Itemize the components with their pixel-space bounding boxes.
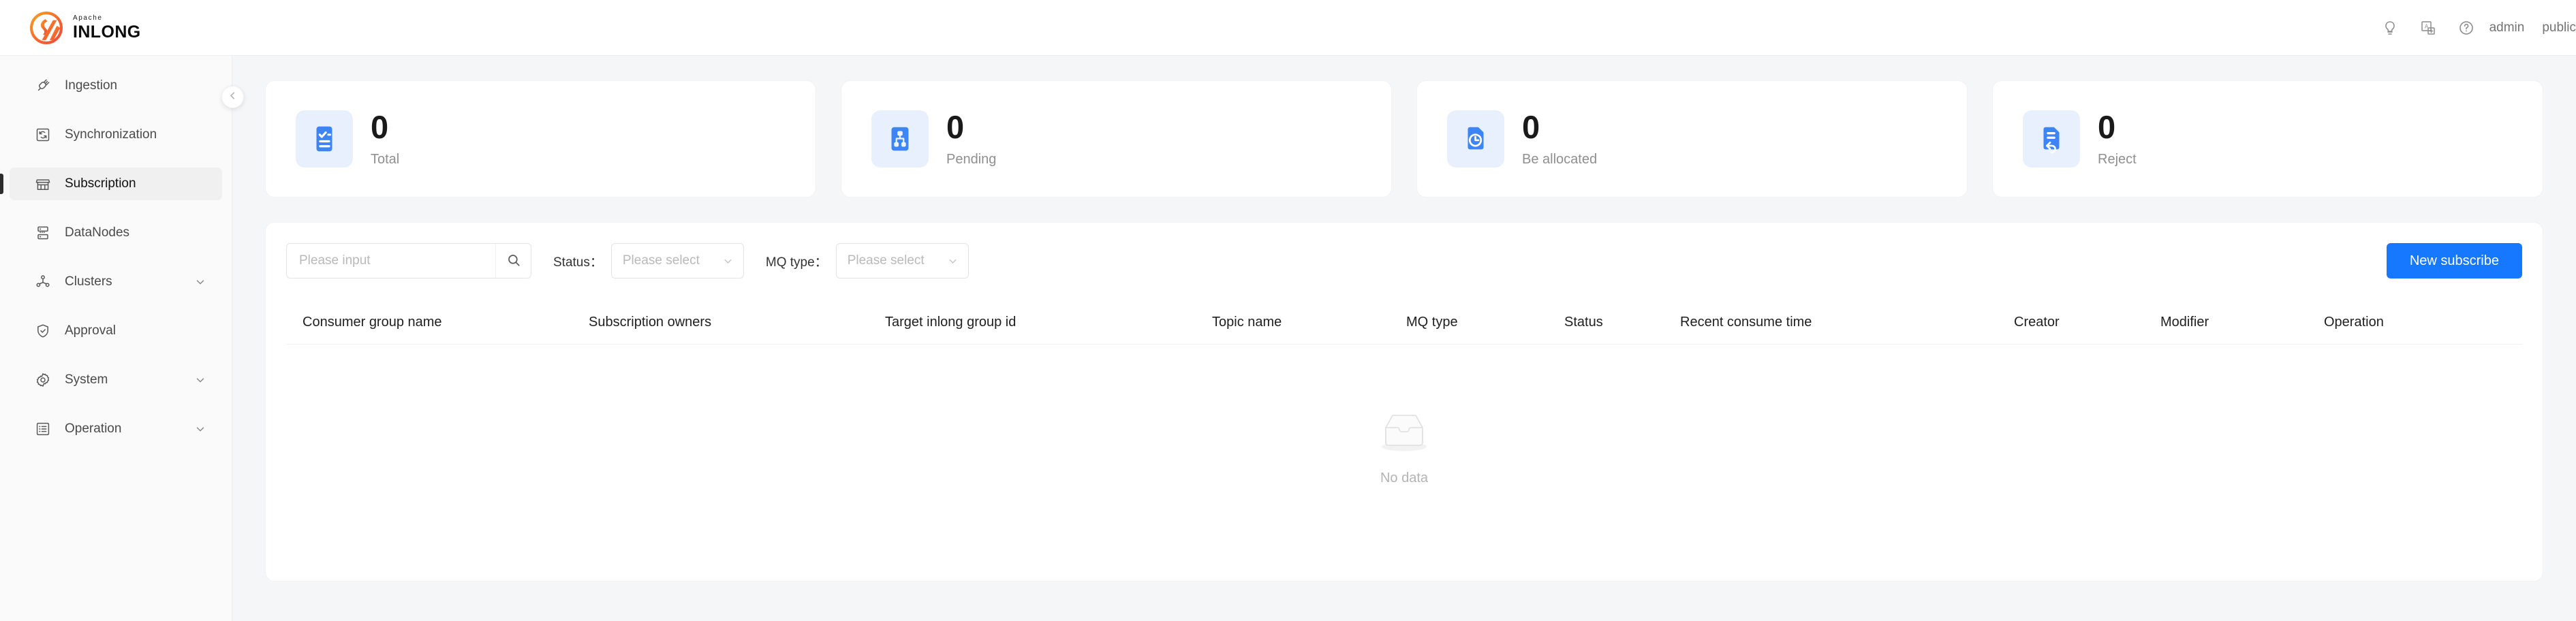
column-header-status[interactable]: Status [1548, 315, 1664, 330]
sidebar-nav: Ingestion Synchronization Subscription D… [0, 56, 232, 621]
new-subscribe-button[interactable]: New subscribe [2386, 243, 2522, 278]
filter-toolbar: Status： Please select MQ type： Please se… [286, 243, 2522, 278]
status-filter-label: Status： [553, 255, 603, 270]
sidebar-item-label: DataNodes [65, 225, 130, 240]
column-header-topic-name[interactable]: Topic name [1196, 315, 1390, 330]
sidebar-item-label: Subscription [65, 176, 136, 191]
sidebar-item-subscription[interactable]: Subscription [0, 168, 222, 200]
column-header-mq-type[interactable]: MQ type [1390, 315, 1548, 330]
chevron-down-icon[interactable] [193, 422, 207, 436]
sidebar-item-label: System [65, 372, 108, 387]
sidebar-item-label: Operation [65, 421, 122, 436]
logo-inlong-text: INLONG [73, 22, 141, 42]
stat-card-row: 0 Total 0 Pending 0 Be allocated 0 Rejec… [265, 80, 2543, 197]
cluster-icon [34, 273, 52, 291]
stat-label: Pending [946, 152, 997, 168]
empty-inbox-icon [1371, 407, 1437, 458]
top-header-bar: Apache INLONG A admin public [0, 0, 2576, 56]
app-logo[interactable]: Apache INLONG [29, 10, 141, 46]
mqtype-filter-label: MQ type： [765, 255, 828, 270]
chevron-left-icon [228, 91, 238, 104]
search-box[interactable] [286, 243, 531, 278]
subscription-table: Consumer group name Subscription owners … [286, 301, 2522, 549]
column-header-creator[interactable]: Creator [1998, 315, 2144, 330]
sidebar-item-system[interactable]: System [10, 364, 222, 396]
sidebar-collapse-button[interactable] [221, 86, 244, 108]
inlong-logo-icon [30, 11, 63, 44]
tenant-name[interactable]: public [2542, 20, 2576, 35]
help-circle-icon[interactable] [2451, 13, 2481, 43]
search-input[interactable] [287, 244, 495, 278]
sidebar-item-synchronization[interactable]: Synchronization [10, 118, 222, 151]
stat-value: 0 [371, 108, 389, 145]
empty-state-text: No data [1380, 471, 1429, 485]
sidebar-item-label: Ingestion [65, 78, 118, 93]
translate-icon[interactable]: A [2413, 13, 2443, 43]
chevron-down-icon[interactable] [193, 275, 207, 289]
column-header-consumer-group-name[interactable]: Consumer group name [286, 315, 572, 330]
mqtype-select[interactable]: Please select [835, 243, 969, 278]
store-icon [34, 175, 52, 193]
mqtype-select-value: Please select [847, 253, 925, 268]
stat-label: Reject [2098, 152, 2137, 168]
stat-card-be-allocated[interactable]: 0 Be allocated [1416, 80, 1968, 197]
sidebar-item-ingestion[interactable]: Ingestion [10, 69, 222, 102]
header-actions: A admin public [2375, 0, 2576, 56]
table-header-row: Consumer group name Subscription owners … [286, 301, 2522, 345]
column-header-target-inlong-group-id[interactable]: Target inlong group id [869, 315, 1196, 330]
sidebar-item-approval[interactable]: Approval [10, 315, 222, 347]
user-name[interactable]: admin [2489, 20, 2525, 35]
stat-label: Be allocated [1522, 152, 1598, 168]
stat-label: Total [371, 152, 400, 168]
sync-icon [34, 126, 52, 144]
sidebar-item-operation[interactable]: Operation [10, 413, 222, 445]
column-header-modifier[interactable]: Modifier [2144, 315, 2308, 330]
sidebar-item-clusters[interactable]: Clusters [10, 266, 222, 298]
shield-check-icon [34, 322, 52, 340]
list-icon [34, 420, 52, 438]
chevron-down-icon[interactable] [193, 373, 207, 387]
stat-value: 0 [2098, 108, 2116, 145]
checklist-doc-icon [296, 110, 353, 168]
stat-card-reject[interactable]: 0 Reject [1992, 80, 2543, 197]
status-select-value: Please select [622, 253, 700, 268]
stat-value: 0 [1522, 108, 1540, 145]
logo-apache-text: Apache [73, 14, 103, 22]
hierarchy-icon [871, 110, 929, 168]
sidebar-item-label: Synchronization [65, 127, 157, 142]
search-icon [506, 253, 521, 270]
chevron-down-icon [947, 255, 959, 267]
subscription-panel: Status： Please select MQ type： Please se… [265, 222, 2543, 582]
sidebar-item-label: Clusters [65, 274, 112, 289]
main-content: 0 Total 0 Pending 0 Be allocated 0 Rejec… [232, 56, 2576, 621]
stat-card-total[interactable]: 0 Total [265, 80, 816, 197]
column-header-operation[interactable]: Operation [2308, 315, 2457, 330]
sidebar-item-datanodes[interactable]: DataNodes [10, 217, 222, 249]
gear-icon [34, 371, 52, 389]
column-header-subscription-owners[interactable]: Subscription owners [572, 315, 869, 330]
bulb-icon[interactable] [2375, 13, 2405, 43]
empty-state: No data [286, 345, 2522, 549]
search-button[interactable] [495, 244, 531, 278]
stat-card-pending[interactable]: 0 Pending [841, 80, 1392, 197]
server-icon [34, 224, 52, 242]
plug-icon [34, 77, 52, 95]
doc-return-icon [2023, 110, 2080, 168]
status-select[interactable]: Please select [610, 243, 744, 278]
doc-clock-icon [1447, 110, 1504, 168]
chevron-down-icon [722, 255, 734, 267]
column-header-recent-consume-time[interactable]: Recent consume time [1664, 315, 1998, 330]
stat-value: 0 [946, 108, 965, 145]
sidebar-item-label: Approval [65, 323, 116, 338]
